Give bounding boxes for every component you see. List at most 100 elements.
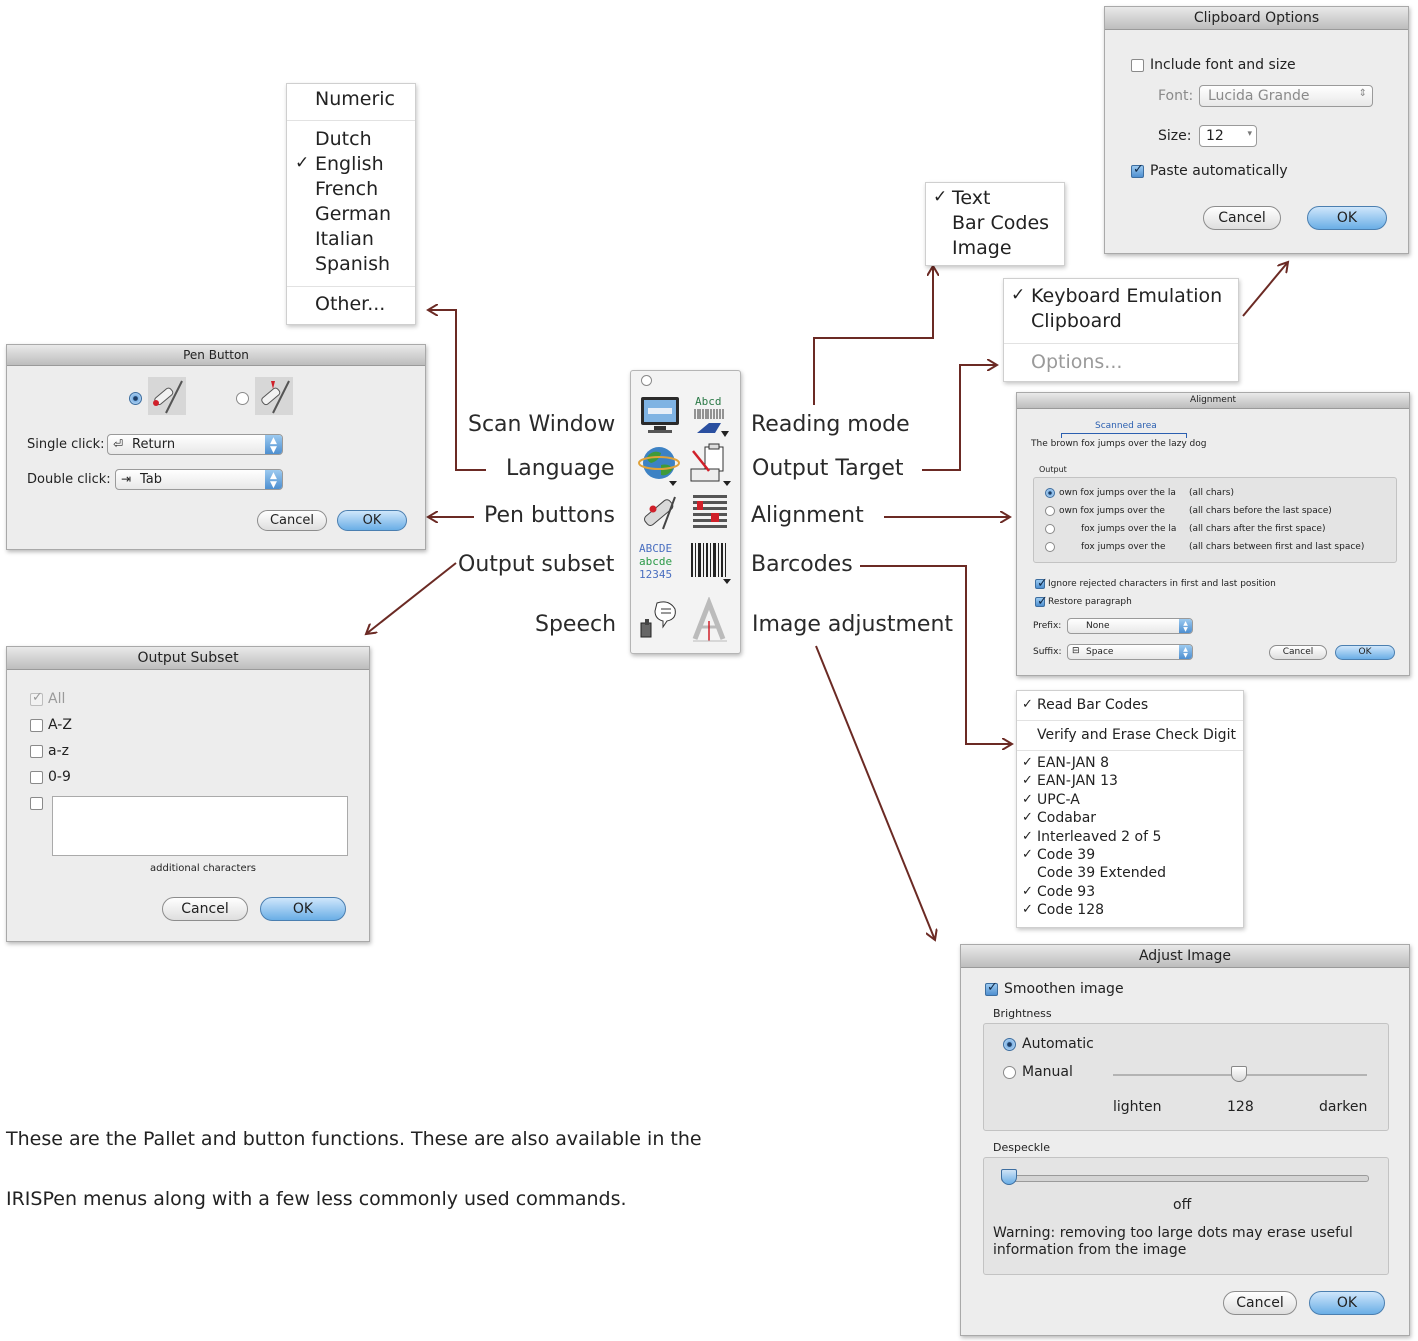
font-select[interactable]: Lucida Grande ⇕: [1199, 85, 1373, 107]
include-font-label: Include font and size: [1150, 57, 1296, 73]
output-radio-all[interactable]: [1045, 488, 1055, 498]
manual-label: Manual: [1022, 1064, 1073, 1080]
single-click-select[interactable]: ⏎ Return ▲ ▼: [107, 434, 283, 455]
menu-item-other[interactable]: Other...: [315, 293, 415, 315]
alignment-label: Alignment: [751, 503, 864, 528]
caption-line-2: IRISPen menus along with a few less comm…: [6, 1188, 627, 1210]
checkmark-icon: ✓: [1022, 755, 1033, 770]
output-target-label: Output Target: [752, 456, 904, 481]
menu-item-german[interactable]: German: [315, 203, 415, 225]
checkmark-icon: ✓: [1022, 828, 1033, 844]
menu-item-barcode-type[interactable]: ✓ UPC-A: [1017, 792, 1243, 810]
paste-automatically-checkbox[interactable]: [1131, 162, 1144, 178]
menu-item-bar-codes[interactable]: Bar Codes: [952, 212, 1064, 234]
manual-radio[interactable]: [1003, 1066, 1016, 1079]
menu-item-barcode-type[interactable]: Code 39 Extended: [1017, 865, 1243, 883]
barcode-type-label: UPC-A: [1037, 791, 1080, 808]
restore-paragraph-checkbox[interactable]: [1035, 594, 1048, 609]
alignment-icon[interactable]: [687, 489, 733, 535]
include-font-checkbox[interactable]: [1131, 59, 1144, 72]
palette-close-icon[interactable]: [641, 375, 652, 386]
menu-item-barcode-type[interactable]: ✓ Codabar: [1017, 810, 1243, 828]
menu-item-barcode-type[interactable]: ✓ EAN-JAN 8: [1017, 755, 1243, 773]
smoothen-checkbox[interactable]: [985, 980, 998, 996]
checkmark-icon: ✓: [1022, 773, 1033, 789]
output-radio-between[interactable]: [1045, 542, 1055, 552]
despeckle-slider-thumb[interactable]: [1001, 1169, 1017, 1185]
output-option-text: fox jumps over the la: [1081, 524, 1177, 534]
despeckle-slider-track[interactable]: [1001, 1175, 1369, 1182]
output-option-desc: (all chars): [1189, 488, 1234, 498]
prefix-label: Prefix:: [1033, 621, 1062, 631]
prefix-select[interactable]: None ▲ ▼: [1067, 618, 1193, 634]
ignore-rejected-checkbox[interactable]: [1035, 576, 1048, 591]
cancel-button[interactable]: Cancel: [257, 510, 327, 531]
menu-item-read-bar-codes[interactable]: Read Bar Codes: [1037, 697, 1243, 713]
chevron-up-down-icon: ⇕: [1358, 88, 1367, 99]
cancel-button[interactable]: Cancel: [1223, 1291, 1297, 1315]
image-adjustment-icon[interactable]: [687, 597, 733, 643]
checkmark-icon: ✓: [1022, 791, 1033, 807]
lowercase-checkbox[interactable]: [30, 745, 43, 758]
checkmark-icon: ✓: [295, 153, 310, 173]
ok-button[interactable]: OK: [260, 897, 346, 921]
language-globe-icon[interactable]: [637, 441, 683, 487]
barcodes-label: Barcodes: [751, 552, 853, 577]
cancel-button[interactable]: Cancel: [1269, 645, 1327, 660]
arrow-options: [1242, 262, 1288, 317]
pen-front-radio[interactable]: [129, 392, 142, 405]
ok-button[interactable]: OK: [337, 510, 407, 531]
output-target-icon[interactable]: [687, 441, 733, 487]
reading-mode-icon[interactable]: Abcd: [687, 393, 733, 439]
uppercase-checkbox[interactable]: [30, 719, 43, 732]
menu-item-dutch[interactable]: Dutch: [315, 128, 415, 150]
output-radio-after-first[interactable]: [1045, 524, 1055, 534]
menu-item-image[interactable]: Image: [952, 237, 1064, 259]
language-menu: Numeric Dutch ✓ English French German It…: [286, 83, 416, 325]
menu-item-barcode-type[interactable]: ✓ Interleaved 2 of 5: [1017, 829, 1243, 847]
ok-button[interactable]: OK: [1335, 645, 1395, 660]
cancel-button[interactable]: Cancel: [1203, 206, 1281, 230]
menu-item-keyboard-emulation[interactable]: Keyboard Emulation: [1031, 285, 1238, 307]
menu-separator: [287, 120, 415, 121]
suffix-label: Suffix:: [1033, 647, 1062, 657]
pen-buttons-icon[interactable]: [637, 489, 683, 535]
menu-item-barcode-type[interactable]: ✓ Code 93: [1017, 884, 1243, 902]
additional-characters-field[interactable]: [52, 796, 348, 856]
menu-item-barcode-type[interactable]: ✓ Code 128: [1017, 902, 1243, 920]
menu-item-verify-check-digit[interactable]: Verify and Erase Check Digit: [1037, 727, 1243, 743]
output-subset-icon[interactable]: ABCDE abcde 12345: [637, 539, 683, 585]
all-checkbox[interactable]: [30, 690, 43, 706]
speech-icon[interactable]: [637, 597, 683, 643]
menu-item-barcode-type[interactable]: ✓ Code 39: [1017, 847, 1243, 865]
menu-item-options[interactable]: Options...: [1031, 351, 1238, 373]
despeckle-value: off: [1173, 1197, 1192, 1213]
pen-side-radio[interactable]: [236, 392, 249, 405]
brightness-slider-thumb[interactable]: [1231, 1066, 1247, 1082]
ok-button[interactable]: OK: [1309, 1291, 1385, 1315]
return-key-icon: ⏎: [113, 437, 124, 451]
size-value: 12: [1206, 128, 1224, 144]
ok-button[interactable]: OK: [1307, 206, 1387, 230]
additional-checkbox[interactable]: [30, 797, 43, 810]
menu-item-spanish[interactable]: Spanish: [315, 253, 415, 275]
digits-checkbox[interactable]: [30, 771, 43, 784]
double-click-select[interactable]: ⇥ Tab ▲ ▼: [115, 469, 283, 490]
output-radio-before-last[interactable]: [1045, 506, 1055, 516]
menu-item-text[interactable]: Text: [952, 187, 1064, 209]
menu-item-clipboard[interactable]: Clipboard: [1031, 310, 1238, 332]
output-option-text: own fox jumps over the la: [1059, 488, 1176, 498]
menu-item-numeric[interactable]: Numeric: [315, 88, 415, 110]
menu-item-italian[interactable]: Italian: [315, 228, 415, 250]
despeckle-label: Despeckle: [993, 1141, 1050, 1154]
size-select[interactable]: 12 ▾: [1199, 125, 1257, 147]
scan-window-icon[interactable]: [637, 393, 683, 439]
menu-item-french[interactable]: French: [315, 178, 415, 200]
cancel-button[interactable]: Cancel: [162, 897, 248, 921]
menu-item-barcode-type[interactable]: ✓ EAN-JAN 13: [1017, 773, 1243, 791]
menu-item-english[interactable]: English: [315, 153, 415, 175]
barcode-icon[interactable]: [687, 539, 733, 585]
language-label: Language: [506, 456, 615, 481]
automatic-radio[interactable]: [1003, 1038, 1016, 1051]
suffix-select[interactable]: ⊟ Space ▲ ▼: [1067, 644, 1193, 660]
